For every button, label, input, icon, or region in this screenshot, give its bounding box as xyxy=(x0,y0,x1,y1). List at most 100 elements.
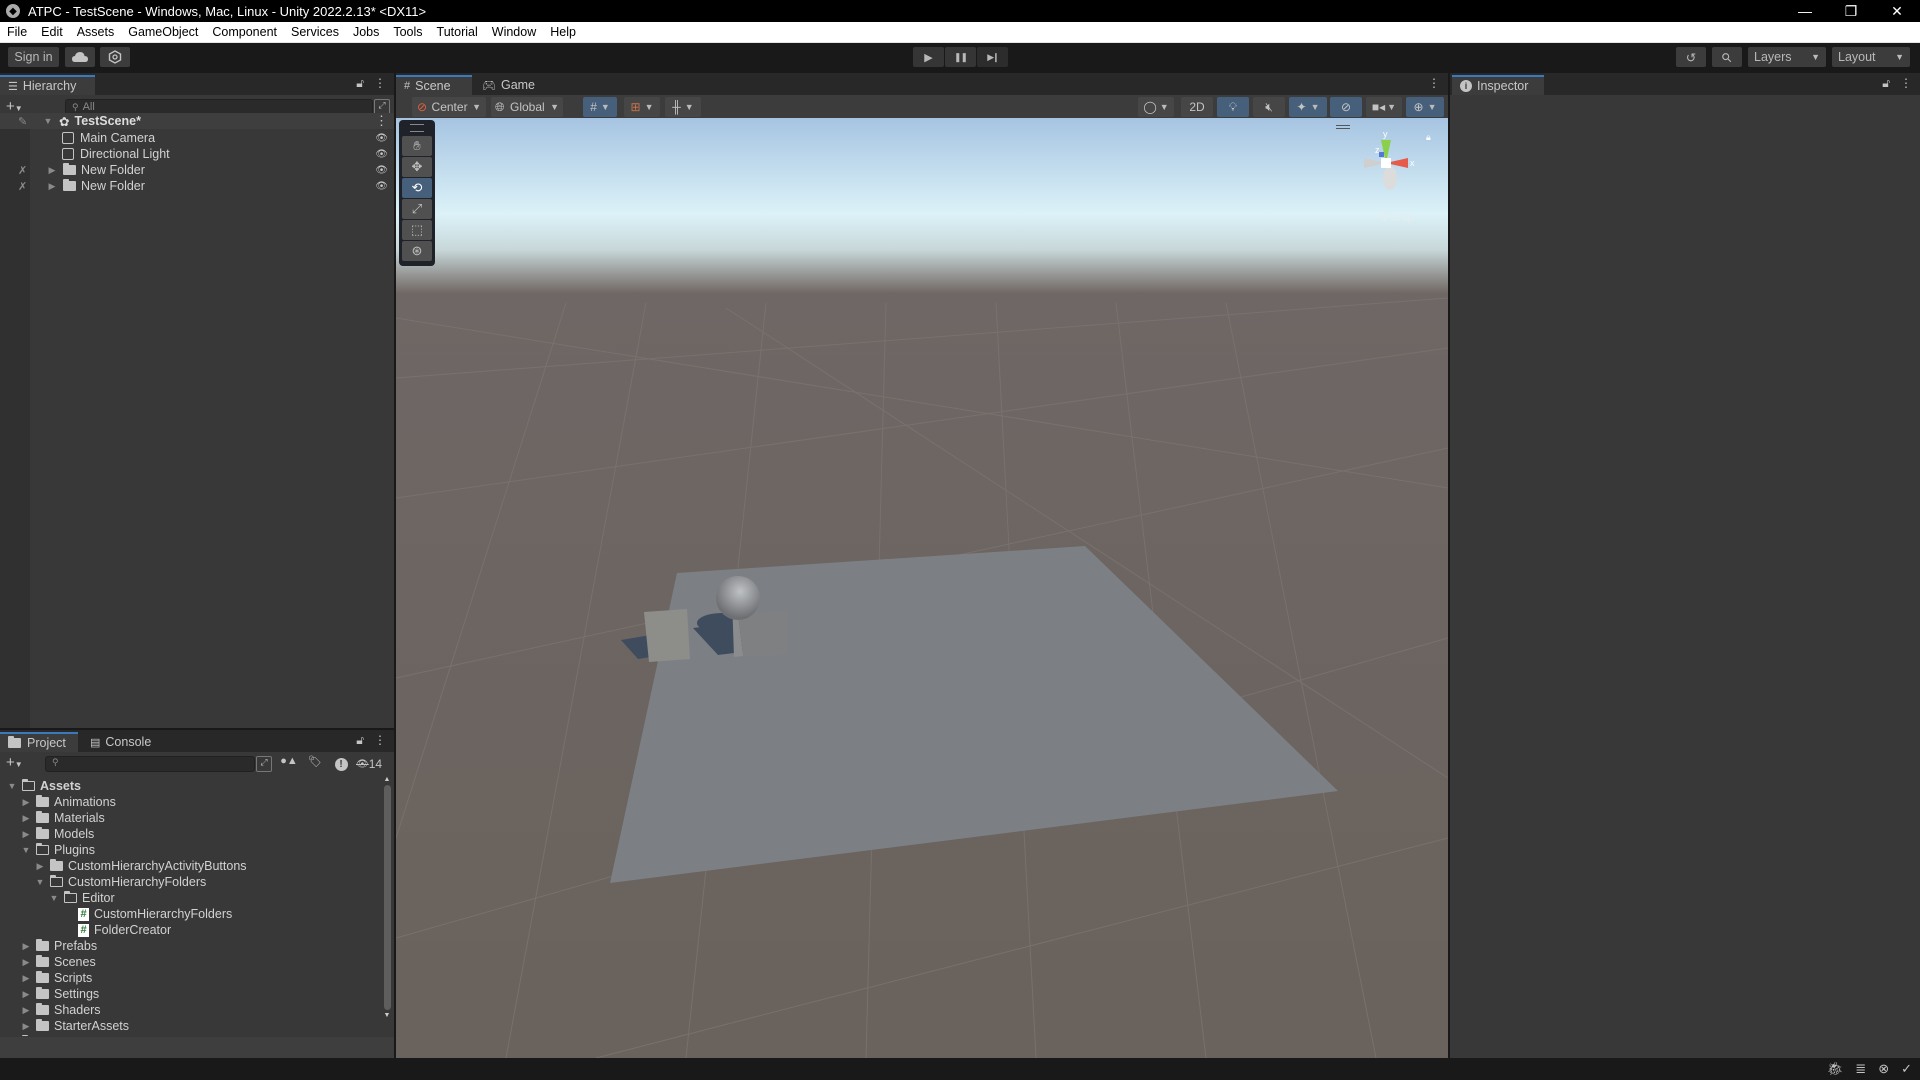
tab-scene[interactable]: # Scene xyxy=(396,75,472,95)
project-tree-item[interactable]: ▼ Editor xyxy=(0,890,380,906)
project-tree-item[interactable]: ▼ Assets xyxy=(0,778,380,794)
collapse-arrow-icon[interactable]: ▼ xyxy=(6,781,18,791)
kebab-menu-icon[interactable]: ⋮ xyxy=(374,76,386,91)
axis-gizmo[interactable]: y z x xyxy=(1346,128,1426,198)
collapse-arrow-icon[interactable]: ▼ xyxy=(20,845,32,855)
lock-icon[interactable]: 🔓︎ xyxy=(356,733,364,748)
menu-gameobject[interactable]: GameObject xyxy=(121,25,205,39)
create-button[interactable]: +▼ xyxy=(6,754,23,771)
expand-arrow-icon[interactable]: ▶ xyxy=(20,1021,32,1032)
menu-services[interactable]: Services xyxy=(284,25,346,39)
rotate-tool-button[interactable]: ⟲ xyxy=(402,178,432,198)
pause-button[interactable]: ❚❚ xyxy=(945,47,976,67)
project-tree-item[interactable]: ▼ Plugins xyxy=(0,842,380,858)
expand-arrow-icon[interactable]: ▶ xyxy=(20,797,32,808)
visibility-eye-icon[interactable]: 👁︎ xyxy=(375,149,388,160)
menu-component[interactable]: Component xyxy=(205,25,284,39)
cache-server-icon[interactable]: ≣ xyxy=(1855,1061,1866,1077)
pivot-mode-dropdown[interactable]: ⊘ Center ▼ xyxy=(412,97,486,117)
check-status-icon[interactable]: ✓ xyxy=(1901,1061,1912,1077)
kebab-menu-icon[interactable]: ⋮ xyxy=(1900,76,1912,91)
tab-console[interactable]: ▤ Console xyxy=(82,732,172,752)
project-tree-item[interactable]: ▶ StarterAssets xyxy=(0,1018,380,1034)
collapse-arrow-icon[interactable]: ▼ xyxy=(48,893,60,903)
lock-icon[interactable]: 🔓︎ xyxy=(1882,76,1890,91)
project-scrollbar[interactable]: ▲ ▼ xyxy=(382,776,392,1036)
hierarchy-item[interactable]: Main Camera 👁︎ xyxy=(0,130,394,146)
project-tree-item[interactable]: ▶ Shaders xyxy=(0,1002,380,1018)
menu-assets[interactable]: Assets xyxy=(70,25,122,39)
project-tree-item[interactable]: ▶ Settings xyxy=(0,986,380,1002)
layout-dropdown[interactable]: Layout ▼ xyxy=(1832,47,1910,67)
cloud-button[interactable] xyxy=(65,47,95,67)
drag-handle-icon[interactable] xyxy=(410,124,424,132)
draw-mode-dropdown[interactable]: ◯ ▼ xyxy=(1138,97,1174,117)
camera-settings-dropdown[interactable]: ■◂ ▼ xyxy=(1366,97,1402,117)
menu-window[interactable]: Window xyxy=(485,25,543,39)
project-tree-item[interactable]: ▶ Prefabs xyxy=(0,938,380,954)
expand-arrow-icon[interactable]: ▶ xyxy=(20,973,32,984)
orientation-gizmo[interactable]: y z x 🔒︎ <Persp xyxy=(1336,120,1446,230)
project-tree-item[interactable]: ▶ Scripts xyxy=(0,970,380,986)
scrollbar-thumb[interactable] xyxy=(383,785,391,1010)
layers-dropdown[interactable]: Layers ▼ xyxy=(1748,47,1826,67)
menu-tutorial[interactable]: Tutorial xyxy=(430,25,485,39)
search-button[interactable]: ⚲ xyxy=(1712,47,1742,67)
project-tree-item[interactable]: ▶ CustomHierarchyActivityButtons xyxy=(0,858,380,874)
visibility-eye-icon[interactable]: 👁︎ xyxy=(375,133,388,144)
expand-arrow-icon[interactable]: ▶ xyxy=(20,1005,32,1016)
tab-inspector[interactable]: i Inspector xyxy=(1452,75,1544,95)
scene-render[interactable] xyxy=(396,118,1448,1058)
minimize-button[interactable]: — xyxy=(1782,0,1828,22)
project-tree-item[interactable]: ▶ Animations xyxy=(0,794,380,810)
project-tree-item[interactable]: # FolderCreator xyxy=(0,922,380,938)
hierarchy-item[interactable]: Directional Light 👁︎ xyxy=(0,146,394,162)
scene-row[interactable]: ✎ ▼ ✿ TestScene* ⋮ xyxy=(0,113,394,129)
audio-toggle[interactable]: 🔇︎ xyxy=(1253,97,1285,117)
restore-button[interactable]: ❐ xyxy=(1828,0,1874,22)
menu-help[interactable]: Help xyxy=(543,25,583,39)
project-search-input[interactable]: ⚲ xyxy=(45,756,255,772)
filter-label-button[interactable]: 🏷︎ xyxy=(303,755,327,773)
auto-generate-lighting-icon[interactable]: ⊗ xyxy=(1878,1061,1889,1077)
hierarchy-item[interactable]: ✗ ▶ New Folder 👁︎ xyxy=(0,178,394,194)
visibility-eye-icon[interactable]: 👁︎ xyxy=(375,165,388,176)
project-tree-item[interactable]: ▶Packages xyxy=(0,1034,380,1036)
expand-arrow-icon[interactable]: ▼ xyxy=(42,116,54,126)
scale-tool-button[interactable]: ⤢ xyxy=(402,199,432,219)
expand-arrow-icon[interactable]: ▶ xyxy=(20,829,32,840)
pivot-rotation-dropdown[interactable]: 🌐︎ Global ▼ xyxy=(491,97,563,117)
move-tool-button[interactable]: ✥ xyxy=(402,157,432,177)
collapse-arrow-icon[interactable]: ▼ xyxy=(34,877,46,887)
hidden-packages-button[interactable]: 👁︎ 14 xyxy=(356,755,392,773)
filter-type-button[interactable]: ●▲ xyxy=(277,755,301,773)
menu-file[interactable]: File xyxy=(0,25,34,39)
hierarchy-item[interactable]: ✗ ▶ New Folder 👁︎ xyxy=(0,162,394,178)
projection-toggle[interactable]: <Persp xyxy=(1376,210,1414,224)
play-button[interactable]: ▶ xyxy=(913,47,944,67)
expand-arrow-icon[interactable]: ▶ xyxy=(46,165,58,176)
close-button[interactable]: ✕ xyxy=(1874,0,1920,22)
scroll-up-icon[interactable]: ▲ xyxy=(382,776,392,783)
gizmo-lock-icon[interactable]: 🔒︎ xyxy=(1426,132,1431,143)
debug-bug-icon[interactable]: 🐞︎ xyxy=(1827,1061,1844,1077)
menu-edit[interactable]: Edit xyxy=(34,25,70,39)
lock-icon[interactable]: 🔓︎ xyxy=(356,76,364,91)
scroll-down-icon[interactable]: ▼ xyxy=(382,1012,392,1019)
expand-arrow-icon[interactable]: ▶ xyxy=(20,989,32,1000)
expand-arrow-icon[interactable]: ▶ xyxy=(20,813,32,824)
project-tree-item[interactable]: ▶ Models xyxy=(0,826,380,842)
undo-history-button[interactable]: ↺ xyxy=(1676,47,1706,67)
expand-arrow-icon[interactable]: ▶ xyxy=(20,941,32,952)
search-options-button[interactable]: ⤢ xyxy=(256,756,272,772)
project-tree-item[interactable]: ▶ Materials xyxy=(0,810,380,826)
hidden-objects-toggle[interactable]: ⊘ xyxy=(1330,97,1362,117)
ruler-snap-toggle[interactable]: ╫ ▼ xyxy=(665,97,701,117)
activity-toggle-icon[interactable]: ✗ xyxy=(18,164,42,177)
project-tree-item[interactable]: # CustomHierarchyFolders xyxy=(0,906,380,922)
sign-in-button[interactable]: Sign in xyxy=(8,47,59,67)
scene-viewport[interactable]: ✋︎ ✥ ⟲ ⤢ ⬚ ⊛ y z x 🔒︎ <Persp xyxy=(396,118,1448,1058)
kebab-menu-icon[interactable]: ⋮ xyxy=(1428,76,1440,90)
project-tree-item[interactable]: ▶ Scenes xyxy=(0,954,380,970)
hand-tool-button[interactable]: ✋︎ xyxy=(402,136,432,156)
